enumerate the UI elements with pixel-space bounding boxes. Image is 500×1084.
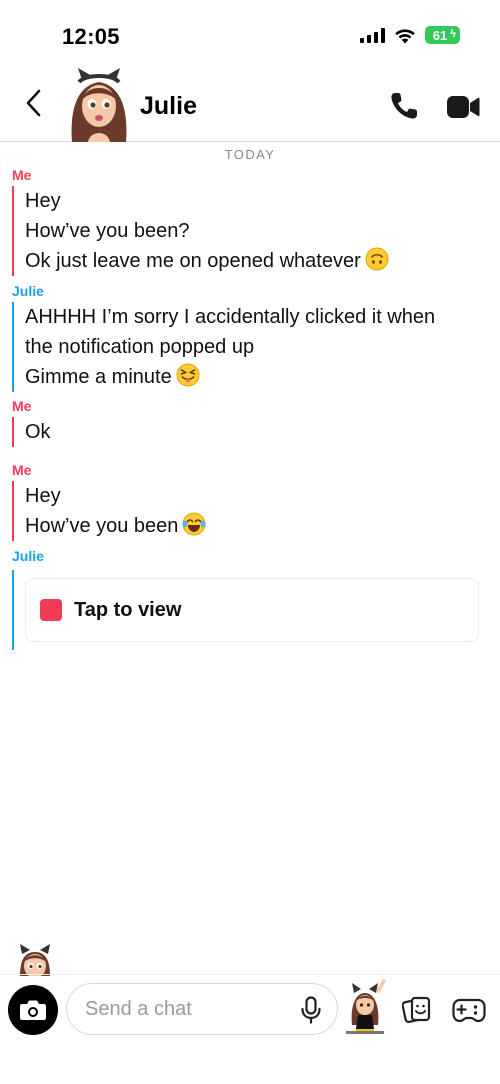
charging-bolt-icon: ϟ: [450, 28, 456, 40]
day-separator: TODAY: [224, 147, 276, 162]
message-group: Hey How’ve you been: [12, 481, 500, 541]
back-button[interactable]: [18, 86, 48, 120]
friend-bitmoji-peek: [20, 944, 50, 976]
chat-thread[interactable]: TODAY Me Hey How’ve you been? Ok just le…: [0, 142, 500, 650]
message-text: How’ve you been: [25, 515, 179, 537]
phone-icon[interactable]: [388, 90, 420, 122]
chat-message[interactable]: How’ve you been: [25, 511, 500, 541]
back-chevron-icon: [26, 89, 41, 117]
snap-label: Tap to view: [74, 598, 182, 621]
contact-bitmoji-avatar[interactable]: [64, 66, 134, 142]
video-camera-icon[interactable]: [446, 94, 480, 120]
chat-message[interactable]: Hey: [25, 481, 500, 511]
status-icons: 61 ϟ: [360, 26, 460, 44]
tears-of-joy-emoji-icon: [182, 512, 206, 536]
status-bar: 12:05 61 ϟ: [0, 0, 500, 62]
chat-input-container[interactable]: [66, 983, 338, 1035]
chat-message[interactable]: Hey: [25, 186, 500, 216]
contact-name[interactable]: Julie: [140, 92, 197, 121]
chat-message[interactable]: Ok just leave me on opened whatever: [25, 246, 500, 276]
sender-label-julie: Julie: [12, 283, 44, 299]
camera-button[interactable]: [8, 985, 58, 1035]
message-text: Gimme a minute: [25, 366, 172, 388]
chat-composer: [0, 974, 500, 1084]
chat-message[interactable]: Gimme a minute: [25, 362, 500, 392]
camera-icon: [20, 1000, 46, 1020]
chat-message[interactable]: AHHHH I’m sorry I accidentally clicked i…: [25, 302, 465, 362]
chat-input[interactable]: [85, 984, 285, 1034]
tap-to-view-snap[interactable]: Tap to view: [25, 578, 479, 642]
chat-message[interactable]: Ok: [25, 417, 500, 447]
message-group: AHHHH I’m sorry I accidentally clicked i…: [12, 302, 500, 392]
message-group: Tap to view: [12, 570, 500, 650]
sender-label-me: Me: [12, 462, 32, 478]
upside-down-face-emoji-icon: [365, 247, 389, 271]
message-group: Hey How’ve you been? Ok just leave me on…: [12, 186, 500, 276]
signal-icon: [360, 27, 385, 43]
status-time: 12:05: [62, 24, 120, 49]
unopened-snap-icon: [40, 599, 62, 621]
sender-label-me: Me: [12, 167, 32, 183]
chat-message[interactable]: How’ve you been?: [25, 216, 500, 246]
squinting-tongue-emoji-icon: [176, 363, 200, 387]
sender-label-julie: Julie: [12, 548, 44, 564]
battery-charging-icon: 61 ϟ: [425, 26, 460, 44]
chat-header: Julie: [0, 62, 500, 142]
microphone-icon[interactable]: [299, 996, 323, 1024]
message-group: Ok: [12, 417, 500, 447]
sticker-icon[interactable]: [402, 995, 432, 1025]
message-text: Ok just leave me on opened whatever: [25, 250, 361, 272]
bitmoji-icon[interactable]: [342, 979, 388, 1037]
game-controller-icon[interactable]: [452, 995, 486, 1025]
wifi-icon: [395, 28, 415, 43]
sender-label-me: Me: [12, 398, 32, 414]
